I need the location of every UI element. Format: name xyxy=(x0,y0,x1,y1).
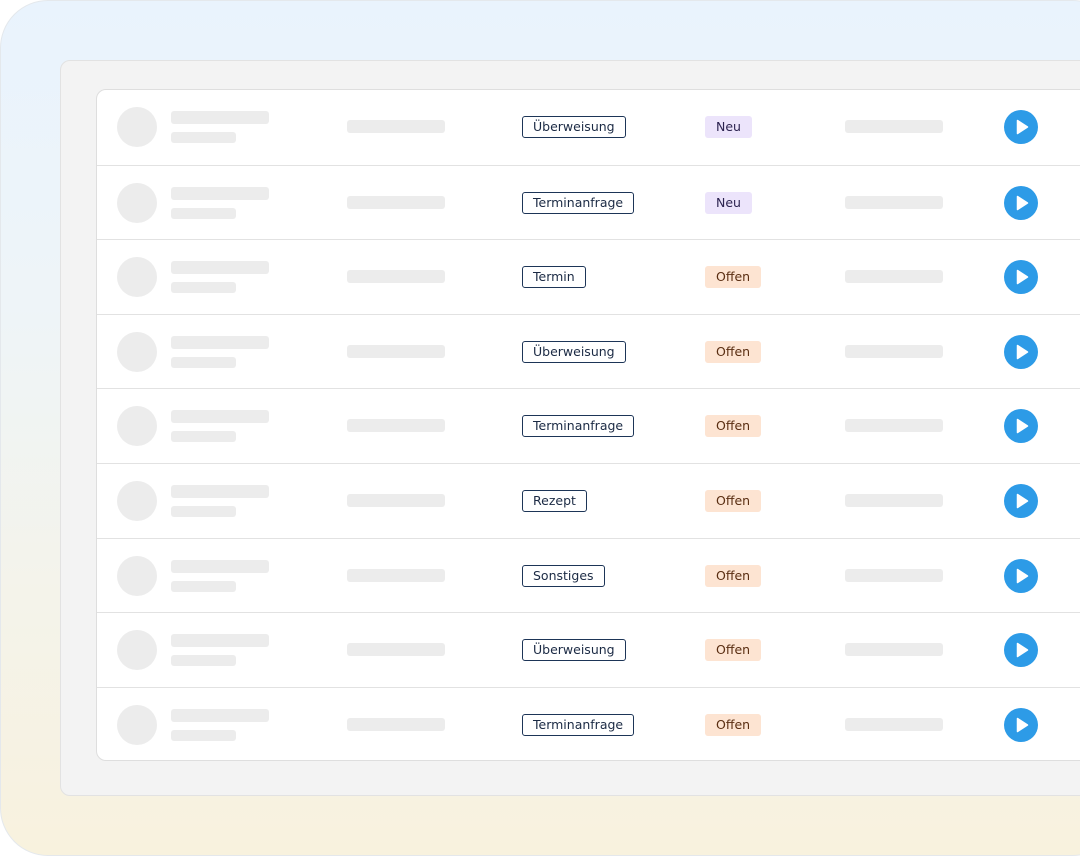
avatar-placeholder xyxy=(117,630,157,671)
table-row[interactable]: Überweisung Offen xyxy=(97,313,1080,389)
date-placeholder xyxy=(347,494,445,507)
avatar-placeholder xyxy=(117,107,157,147)
subtitle-placeholder xyxy=(171,506,236,517)
table-row[interactable]: Terminanfrage Offen xyxy=(97,686,1080,760)
play-icon xyxy=(1016,568,1029,583)
status-badge: Neu xyxy=(705,191,752,214)
play-icon xyxy=(1016,642,1029,658)
date-placeholder xyxy=(347,120,445,133)
detail-placeholder xyxy=(845,494,943,507)
name-placeholder xyxy=(171,261,269,275)
avatar-placeholder xyxy=(117,331,157,372)
table-row[interactable]: Sonstiges Offen xyxy=(97,537,1080,613)
app-canvas: Überweisung Neu Terminanfrage Neu Termin… xyxy=(0,0,1080,856)
detail-placeholder xyxy=(845,568,943,582)
request-table: Überweisung Neu Terminanfrage Neu Termin… xyxy=(96,89,1080,761)
avatar-placeholder xyxy=(117,704,157,745)
name-placeholder xyxy=(171,708,269,722)
open-request-button[interactable] xyxy=(1004,484,1038,518)
name-placeholder xyxy=(171,335,269,349)
avatar-placeholder xyxy=(117,555,157,596)
date-placeholder xyxy=(347,270,445,284)
play-icon xyxy=(1016,195,1029,210)
table-row[interactable]: Terminanfrage Neu xyxy=(97,164,1080,240)
subtitle-placeholder xyxy=(171,729,236,741)
play-icon xyxy=(1016,269,1029,285)
status-badge: Offen xyxy=(705,564,762,587)
name-placeholder xyxy=(171,186,269,200)
date-placeholder xyxy=(347,419,445,433)
detail-placeholder xyxy=(845,419,943,433)
subtitle-placeholder xyxy=(171,356,236,368)
avatar-placeholder xyxy=(117,182,157,223)
open-request-button[interactable] xyxy=(1004,707,1038,742)
open-request-button[interactable] xyxy=(1004,334,1038,369)
status-badge: Offen xyxy=(705,490,762,512)
avatar-placeholder xyxy=(117,257,157,298)
detail-placeholder xyxy=(845,195,943,209)
name-placeholder xyxy=(171,559,269,573)
subtitle-placeholder xyxy=(171,207,236,219)
subtitle-placeholder xyxy=(171,655,236,667)
status-badge: Offen xyxy=(705,415,762,438)
date-placeholder xyxy=(347,643,445,657)
request-type-tag: Überweisung xyxy=(522,639,626,662)
request-type-tag: Termin xyxy=(522,266,586,289)
request-type-tag: Rezept xyxy=(522,490,587,512)
detail-placeholder xyxy=(845,270,943,284)
play-icon xyxy=(1016,119,1029,135)
status-badge: Offen xyxy=(705,340,762,363)
detail-placeholder xyxy=(845,344,943,358)
request-type-tag: Terminanfrage xyxy=(522,713,635,736)
status-badge: Offen xyxy=(705,713,762,736)
table-row[interactable]: Überweisung Offen xyxy=(97,612,1080,687)
open-request-button[interactable] xyxy=(1004,185,1038,220)
name-placeholder xyxy=(171,111,269,124)
date-placeholder xyxy=(347,717,445,731)
subtitle-placeholder xyxy=(171,282,236,294)
open-request-button[interactable] xyxy=(1004,110,1038,144)
open-request-button[interactable] xyxy=(1004,260,1038,295)
status-badge: Offen xyxy=(705,266,762,289)
play-icon xyxy=(1016,419,1029,434)
name-placeholder xyxy=(171,634,269,648)
open-request-button[interactable] xyxy=(1004,633,1038,668)
date-placeholder xyxy=(347,568,445,582)
status-badge: Offen xyxy=(705,639,762,662)
request-type-tag: Überweisung xyxy=(522,340,626,363)
table-row[interactable]: Terminanfrage Offen xyxy=(97,388,1080,463)
subtitle-placeholder xyxy=(171,431,236,443)
play-icon xyxy=(1016,717,1029,733)
status-badge: Neu xyxy=(705,116,752,138)
table-row[interactable]: Rezept Offen xyxy=(97,463,1080,538)
request-type-tag: Terminanfrage xyxy=(522,191,635,214)
table-row[interactable]: Überweisung Neu xyxy=(97,90,1080,165)
name-placeholder xyxy=(171,410,269,424)
subtitle-placeholder xyxy=(171,580,236,592)
open-request-button[interactable] xyxy=(1004,409,1038,444)
avatar-placeholder xyxy=(117,406,157,447)
request-type-tag: Überweisung xyxy=(522,116,626,138)
date-placeholder xyxy=(347,195,445,209)
date-placeholder xyxy=(347,344,445,358)
play-icon xyxy=(1016,344,1029,360)
request-type-tag: Terminanfrage xyxy=(522,415,635,438)
detail-placeholder xyxy=(845,643,943,657)
open-request-button[interactable] xyxy=(1004,558,1038,593)
name-placeholder xyxy=(171,485,269,498)
avatar-placeholder xyxy=(117,481,157,521)
detail-placeholder xyxy=(845,717,943,731)
play-icon xyxy=(1016,493,1029,509)
subtitle-placeholder xyxy=(171,132,236,143)
table-row[interactable]: Termin Offen xyxy=(97,239,1080,314)
detail-placeholder xyxy=(845,120,943,133)
request-type-tag: Sonstiges xyxy=(522,564,605,587)
